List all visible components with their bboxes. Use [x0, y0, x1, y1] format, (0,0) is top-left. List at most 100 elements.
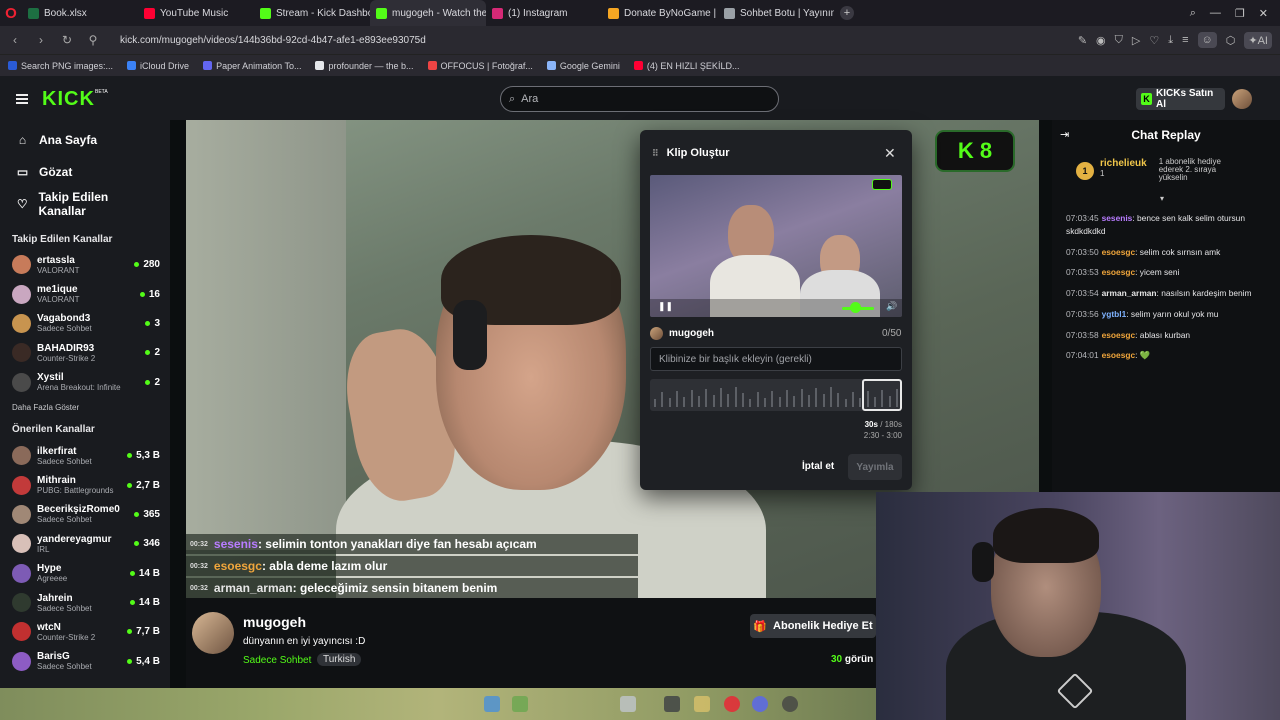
publish-button[interactable]: Yayımla [848, 454, 902, 480]
bookmark-item[interactable]: Search PNG images:... [8, 61, 113, 71]
hamburger-menu-icon[interactable] [16, 94, 28, 104]
channel-category: Sadece Sohbet [37, 324, 92, 334]
chat-username[interactable]: arman_arman [1102, 288, 1157, 298]
taskbar-app-icon[interactable] [694, 696, 710, 712]
channel-item[interactable]: Xystil Arena Breakout: Infinite 2 [0, 368, 170, 397]
gift-subscription-button[interactable]: 🎁 Abonelik Hediye Et [750, 614, 876, 638]
reload-icon[interactable]: ↻ [60, 33, 74, 47]
url-field[interactable]: kick.com/mugogeh/videos/144b36bd-92cd-4b… [120, 35, 426, 46]
chat-message: 07:03:54 arman_arman: nasılsın kardeşim b… [1066, 287, 1266, 300]
camera-icon[interactable]: ◉ [1096, 34, 1106, 47]
browser-tab[interactable]: Sohbet Botu | Yayınını güç [718, 0, 834, 26]
streamer-avatar[interactable] [192, 612, 234, 654]
clip-title-input[interactable]: Klibinize bir başlık ekleyin (gerekli) [650, 347, 902, 371]
download-icon[interactable]: ⤓ [1168, 34, 1173, 47]
show-more-link[interactable]: Daha Fazla Göster [0, 397, 170, 419]
menu-icon[interactable]: ≡ [1182, 34, 1188, 46]
chat-username[interactable]: ygtbl1 [1102, 309, 1127, 319]
channel-item[interactable]: wtcN Counter-Strike 2 7,7 B [0, 617, 170, 646]
bookmark-item[interactable]: Google Gemini [546, 61, 620, 71]
taskbar-app-icon[interactable] [512, 696, 528, 712]
taskbar-app-icon[interactable] [484, 696, 500, 712]
channel-item[interactable]: Vagabond3 Sadece Sohbet 3 [0, 309, 170, 338]
chat-username[interactable]: sesenis [1102, 213, 1133, 223]
drag-handle-icon[interactable]: ⠿ [652, 148, 659, 159]
browser-tab[interactable]: Stream - Kick Dashboard [254, 0, 370, 26]
chat-username[interactable]: esoesgc [1102, 267, 1136, 277]
clip-timeline[interactable] [650, 379, 902, 411]
expand-pinned-icon[interactable]: ▾ [1160, 194, 1164, 203]
user-avatar[interactable] [1232, 89, 1252, 109]
play-icon[interactable]: ▷ [1132, 34, 1140, 47]
stream-category[interactable]: Sadece Sohbet [243, 655, 311, 666]
browser-tab[interactable]: Book.xlsx [22, 0, 138, 26]
shield-icon[interactable]: ⛉ [1115, 34, 1123, 47]
kick-logo[interactable]: KICK [42, 88, 95, 111]
waveform-bar [829, 387, 832, 407]
browser-tab[interactable]: (1) Instagram [486, 0, 602, 26]
minimize-icon[interactable]: — [1210, 7, 1221, 20]
kicks-buy-button[interactable]: K KICKs Satın Al [1136, 88, 1225, 110]
site-info-icon[interactable]: ⚲ [86, 33, 100, 47]
clip-range-handle[interactable] [862, 379, 902, 411]
opera-taskbar-icon[interactable] [724, 696, 740, 712]
obs-taskbar-icon[interactable] [782, 696, 798, 712]
browser-tab[interactable]: mugogeh - Watch the✕ [370, 0, 486, 26]
channel-item[interactable]: yandereyagmur IRL 346 [0, 529, 170, 558]
webcam-overlay [876, 492, 1280, 720]
taskbar-app-icon[interactable] [620, 696, 636, 712]
channel-item[interactable]: BarisG Sadece Sohbet 5,4 B [0, 647, 170, 676]
language-tag[interactable]: Turkish [317, 653, 362, 666]
clip-preview[interactable]: ❚❚ 🔊 [650, 175, 902, 317]
volume-knob[interactable] [850, 302, 861, 313]
opera-logo-icon[interactable]: O [0, 0, 22, 26]
pause-icon[interactable]: ❚❚ [658, 301, 673, 312]
cancel-button[interactable]: İptal et [802, 461, 834, 472]
new-tab-button[interactable]: + [840, 6, 854, 20]
chat-username[interactable]: esoesgc [1102, 330, 1136, 340]
avatar [12, 372, 31, 392]
bookmark-item[interactable]: profounder — the b... [315, 61, 414, 71]
sidebar-nav-item[interactable]: ♡ Takip Edilen Kanallar [0, 188, 170, 220]
extension-icon[interactable]: ⬡ [1226, 34, 1236, 47]
address-bar: ‹ › ↻ ⚲ kick.com/mugogeh/videos/144b36bd… [0, 26, 1280, 54]
channel-item[interactable]: BecerikşizRome0 Sadece Sohbet 365 [0, 500, 170, 529]
browser-tab[interactable]: YouTube Music [138, 0, 254, 26]
streamer-name[interactable]: mugogeh [243, 614, 306, 630]
sidebar-nav-item[interactable]: ⌂ Ana Sayfa [0, 124, 170, 156]
pinned-user[interactable]: richelieuk [1100, 158, 1147, 169]
edit-icon[interactable]: ✎ [1078, 34, 1087, 47]
maximize-icon[interactable]: ❐ [1235, 7, 1245, 20]
waveform-bar [741, 393, 744, 407]
ai-icon[interactable]: ✦AI [1244, 31, 1272, 49]
close-window-icon[interactable]: ✕ [1259, 7, 1268, 20]
bookmark-item[interactable]: OFFOCUS | Fotoğraf... [427, 61, 533, 71]
taskbar-app-icon[interactable] [664, 696, 680, 712]
search-input[interactable]: ⌕ Ara [500, 86, 779, 112]
back-icon[interactable]: ‹ [8, 33, 22, 47]
close-icon[interactable]: ✕ [884, 145, 896, 162]
bookmark-item[interactable]: Paper Animation To... [203, 61, 301, 71]
search-tabs-icon[interactable]: ⌕ [1190, 7, 1196, 20]
discord-taskbar-icon[interactable] [752, 696, 768, 712]
chat-username[interactable]: esoesgc [1102, 247, 1136, 257]
sidebar-nav-item[interactable]: ▭ Gözat [0, 156, 170, 188]
collapse-chat-icon[interactable]: ⇥ [1060, 128, 1069, 141]
channel-item[interactable]: me1ique VALORANT 16 [0, 279, 170, 308]
profile-icon[interactable]: ☺ [1197, 32, 1217, 48]
channel-item[interactable]: Mithrain PUBG: Battlegrounds 2,7 B [0, 470, 170, 499]
forward-icon[interactable]: › [34, 33, 48, 47]
heart-icon[interactable]: ♡ [1149, 34, 1159, 47]
channel-item[interactable]: ilkerfirat Sadece Sohbet 5,3 B [0, 441, 170, 470]
chat-username[interactable]: esoesgc [1102, 350, 1136, 360]
channel-item[interactable]: Jahrein Sadece Sohbet 14 B [0, 588, 170, 617]
bookmark-item[interactable]: (4) EN HIZLI ŞEKİLD... [633, 61, 739, 71]
clip-char-count: 0/50 [882, 328, 902, 339]
channel-item[interactable]: BAHADIR93 Counter-Strike 22 [0, 338, 170, 367]
clip-range: 2:30 - 3:00 [863, 431, 902, 440]
channel-item[interactable]: ertassla VALORANT 280 [0, 250, 170, 279]
channel-item[interactable]: Hype Agreeee 14 B [0, 559, 170, 588]
volume-icon[interactable]: 🔊 [886, 301, 897, 312]
bookmark-item[interactable]: iCloud Drive [127, 61, 189, 71]
browser-tab[interactable]: Donate ByNoGame | Strea [602, 0, 718, 26]
